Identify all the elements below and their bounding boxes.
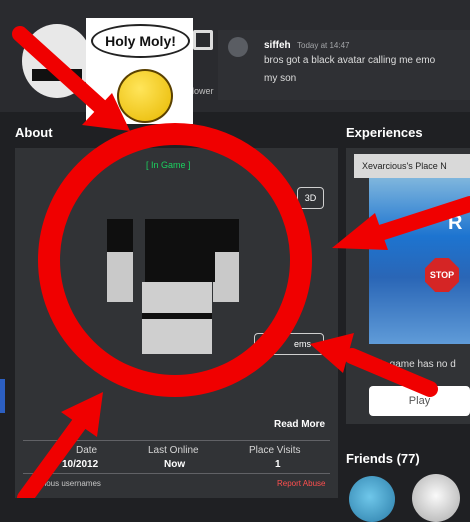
red-circle-annotation [38, 123, 312, 397]
red-arrow-top-left [12, 26, 130, 131]
red-arrow-right-bottom [310, 333, 438, 397]
annotation-overlay [12, 26, 470, 498]
red-arrow-bottom-left [17, 392, 103, 498]
red-arrow-right-top [332, 196, 470, 250]
